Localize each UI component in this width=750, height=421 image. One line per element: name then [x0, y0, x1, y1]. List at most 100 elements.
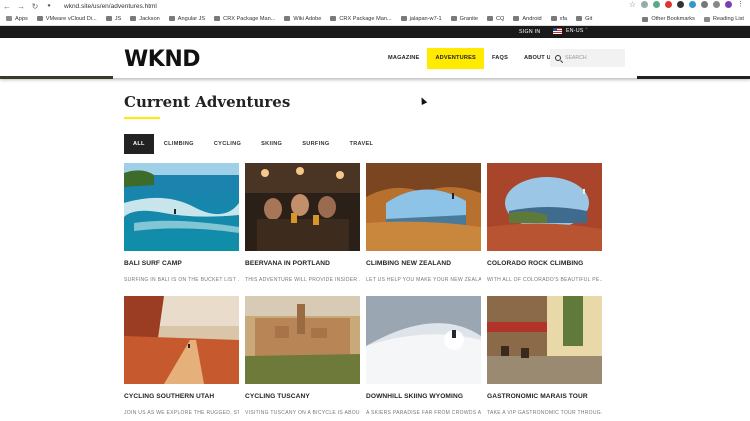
forward-icon[interactable]: →	[14, 2, 28, 11]
extension-icon[interactable]	[701, 1, 708, 8]
bookmark-item[interactable]: Jackson	[130, 16, 160, 22]
card-title[interactable]: DOWNHILL SKIING WYOMING	[366, 393, 481, 400]
bookmark-label: JS	[114, 15, 122, 22]
bookmark-label: CRX Package Man...	[339, 15, 392, 22]
card-title[interactable]: CYCLING SOUTHERN UTAH	[124, 393, 239, 400]
mouse-cursor-icon	[418, 96, 428, 105]
card-title[interactable]: CYCLING TUSCANY	[245, 393, 360, 400]
filter-tab-skiing[interactable]: SKIING	[251, 134, 292, 154]
address-bar[interactable]: wknd.site/us/en/adventures.html	[64, 3, 157, 10]
bookmark-icon	[130, 16, 137, 21]
extension-icon[interactable]	[641, 1, 648, 8]
bookmark-label: Jackson	[139, 15, 160, 22]
adventure-card[interactable]: BALI SURF CAMP SURFING IN BALI IS ON THE …	[124, 163, 239, 283]
adventure-card[interactable]: GASTRONOMIC MARAIS TOUR TAKE A VIP GASTRO…	[487, 296, 602, 416]
card-title[interactable]: BEERVANA IN PORTLAND	[245, 260, 360, 267]
bookmark-icon	[576, 16, 583, 21]
surf-ocean-photo[interactable]	[124, 163, 239, 251]
adventure-card[interactable]: COLORADO ROCK CLIMBING WITH ALL OF COLORA…	[487, 163, 602, 283]
adventure-card[interactable]: DOWNHILL SKIING WYOMING A SKIERS PARADISE…	[366, 296, 481, 416]
bookmark-icon	[330, 16, 337, 21]
bookmark-item[interactable]: JS	[105, 15, 122, 22]
bookmark-item[interactable]: Git	[576, 16, 592, 22]
bookmark-item[interactable]: Apps	[6, 16, 28, 22]
adventure-card[interactable]: CLIMBING NEW ZEALAND LET US HELP YOU MAKE…	[366, 163, 481, 283]
search-placeholder: SEARCH	[565, 55, 587, 61]
card-title[interactable]: COLORADO ROCK CLIMBING	[487, 260, 602, 267]
utility-bar: SIGN IN EN-US ˇ	[0, 26, 750, 38]
bookmark-item[interactable]: CRX Package Man...	[214, 16, 275, 22]
bookmark-item[interactable]: CQ	[487, 16, 504, 22]
bookmark-item[interactable]: jalapan-w7-1	[400, 16, 442, 22]
bookmark-item[interactable]: Wiki Adobe	[284, 16, 321, 22]
card-title[interactable]: CLIMBING NEW ZEALAND	[366, 260, 481, 267]
extension-icon[interactable]	[677, 1, 684, 8]
filter-tab-travel[interactable]: TRAVEL	[339, 134, 383, 154]
filter-tab-all[interactable]: ALL	[124, 134, 154, 154]
reading-list-icon	[703, 16, 710, 22]
card-description: LET US HELP YOU MAKE YOUR NEW ZEALA...	[366, 277, 481, 283]
filter-tab-cycling[interactable]: CYCLING	[204, 134, 251, 154]
card-title[interactable]: GASTRONOMIC MARAIS TOUR	[487, 393, 602, 400]
puzzle-icon[interactable]	[713, 1, 720, 8]
main-nav: MAGAZINE ADVENTURES FAQS ABOUT US	[380, 48, 563, 69]
other-bookmarks-label: Other Bookmarks	[651, 16, 695, 22]
other-bookmarks[interactable]: Other Bookmarks	[642, 16, 695, 22]
nav-item-magazine[interactable]: MAGAZINE	[380, 48, 427, 69]
apps-grid-icon	[6, 16, 12, 21]
bookmark-item[interactable]: Angular JS	[168, 16, 205, 22]
card-description: THIS ADVENTURE WILL PROVIDE INSIDER ...	[245, 277, 360, 283]
back-icon[interactable]: ←	[0, 2, 14, 11]
bookmarks-bar: Apps VMware vCloud Di... JS Jackson Angular …	[0, 12, 750, 26]
adventure-card[interactable]: CYCLING SOUTHERN UTAH JOIN US AS WE EXPLO…	[124, 296, 239, 416]
cave-climber-photo[interactable]	[366, 163, 481, 251]
filter-tab-climbing[interactable]: CLIMBING	[154, 134, 204, 154]
card-title[interactable]: BALI SURF CAMP	[124, 260, 239, 267]
search-input[interactable]: SEARCH	[550, 49, 625, 67]
language-selector[interactable]: EN-US ˇ	[553, 28, 588, 34]
card-description: SURFING IN BALI IS ON THE BUCKET LIST ..…	[124, 277, 239, 283]
adventure-card[interactable]: BEERVANA IN PORTLAND THIS ADVENTURE WILL …	[245, 163, 360, 283]
star-icon[interactable]: ☆	[629, 1, 636, 9]
bookmark-label: CQ	[496, 15, 505, 22]
bookmark-icon	[214, 16, 221, 21]
bookmark-item[interactable]: VMware vCloud Di...	[36, 15, 97, 22]
filter-tab-surfing[interactable]: SURFING	[292, 134, 339, 154]
hero-edge-right	[637, 76, 750, 79]
browser-toolbar: ← → ↻ ● wknd.site/us/en/adventures.html …	[0, 0, 750, 12]
extension-icon[interactable]	[689, 1, 696, 8]
sign-in-link[interactable]: SIGN IN	[519, 29, 540, 35]
nav-item-faqs[interactable]: FAQS	[484, 48, 516, 69]
paris-cafe-photo[interactable]	[487, 296, 602, 384]
card-description: JOIN US AS WE EXPLORE THE RUGGED, ST...	[124, 410, 239, 416]
desert-road-photo[interactable]	[124, 296, 239, 384]
lock-icon: ●	[47, 3, 51, 9]
skier-powder-photo[interactable]	[366, 296, 481, 384]
brewery-friends-photo[interactable]	[245, 163, 360, 251]
bookmarks-right: Other Bookmarks Reading List	[642, 12, 744, 25]
bookmark-label: VMware vCloud Di...	[45, 15, 97, 22]
bookmark-item[interactable]: Android	[513, 15, 542, 22]
avatar[interactable]	[725, 1, 732, 8]
menu-icon[interactable]: ⋮	[737, 1, 744, 9]
bookmark-item[interactable]: CRX Package Man...	[330, 15, 392, 22]
site-logo[interactable]: WKND	[124, 47, 201, 72]
bookmark-icon	[284, 16, 291, 21]
extension-icon[interactable]	[653, 1, 660, 8]
bookmark-item[interactable]: Granite	[450, 16, 478, 22]
adventure-card[interactable]: CYCLING TUSCANY VISITING TUSCANY ON A BIC…	[245, 296, 360, 416]
reload-icon[interactable]: ↻	[28, 2, 42, 11]
bookmark-label: xfa	[559, 15, 568, 22]
search-icon	[555, 55, 561, 61]
site-header: WKND MAGAZINE ADVENTURES FAQS ABOUT US SEAR…	[0, 38, 750, 79]
bookmark-item[interactable]: xfa	[550, 15, 568, 22]
nav-item-adventures[interactable]: ADVENTURES	[427, 48, 484, 69]
bookmark-label: Android	[522, 15, 542, 22]
language-label: EN-US	[566, 28, 584, 34]
extension-icon[interactable]	[665, 1, 672, 8]
red-rock-arch-photo[interactable]	[487, 163, 602, 251]
card-description: WITH ALL OF COLORADO'S BEAUTIFUL PE...	[487, 277, 602, 283]
reading-list[interactable]: Reading List	[703, 16, 744, 22]
tuscan-town-photo[interactable]	[245, 296, 360, 384]
hero-edge-left	[0, 76, 113, 79]
